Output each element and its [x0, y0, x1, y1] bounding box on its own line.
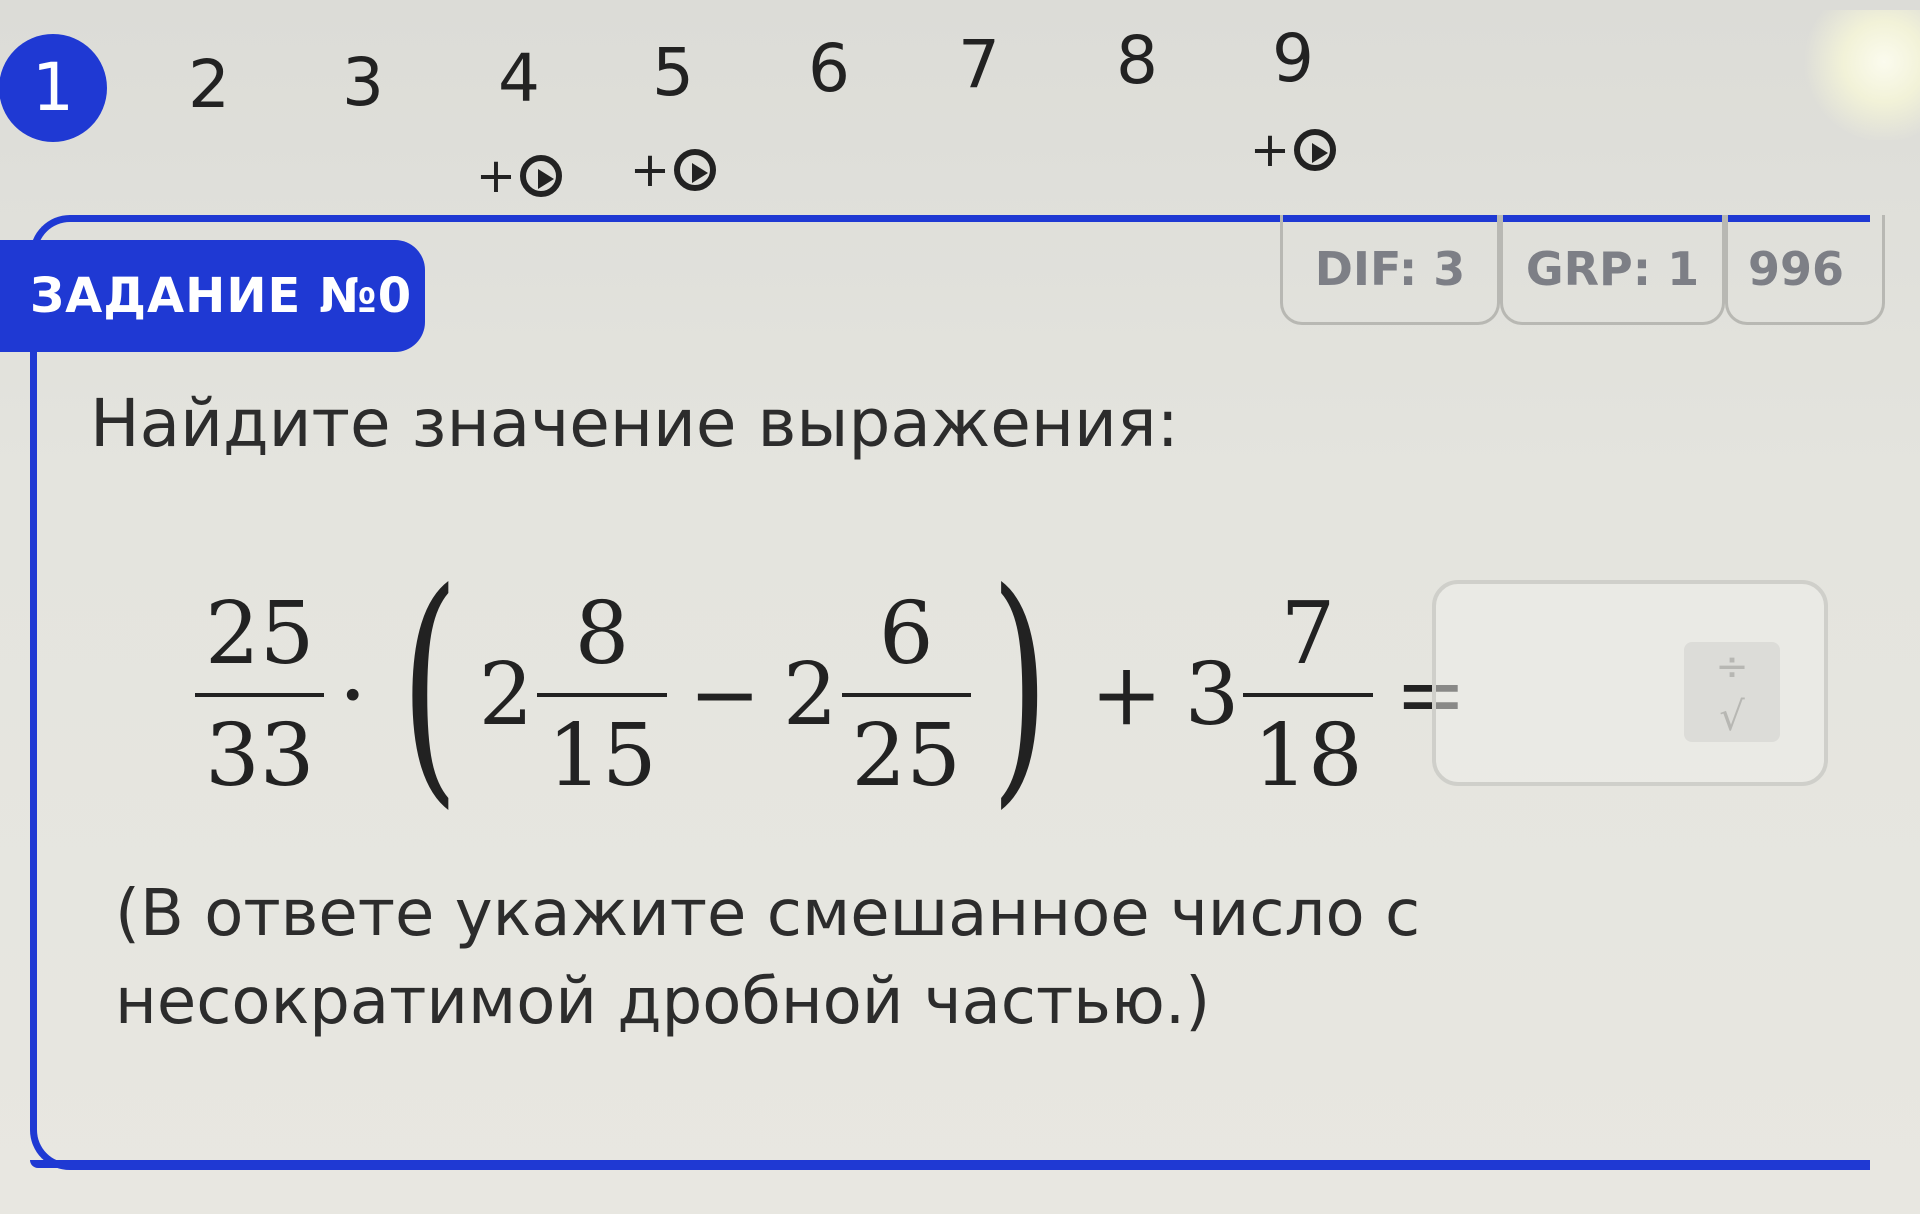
- task-id-tag: 996: [1725, 215, 1885, 325]
- card-bottom-border: [30, 1160, 1870, 1168]
- video-hint[interactable]: +: [629, 142, 717, 198]
- whole-part: 2: [782, 645, 838, 745]
- nav-item-9[interactable]: 9 +: [1238, 26, 1348, 174]
- numerator: 25: [205, 584, 315, 684]
- fraction: 8 15: [537, 584, 667, 799]
- plus-label: +: [475, 148, 517, 204]
- right-parenthesis: ): [990, 539, 1050, 830]
- whole-part: 2: [478, 645, 534, 745]
- task-tags: DIF: 3 GRP: 1 996: [1280, 215, 1885, 330]
- multiply-operator: ·: [338, 642, 368, 748]
- fraction: 7 18: [1243, 584, 1373, 799]
- numerator: 6: [878, 584, 934, 684]
- nav-number: 1: [0, 34, 107, 142]
- difficulty-tag: DIF: 3: [1280, 215, 1500, 325]
- task-badge: ЗАДАНИЕ №0: [0, 240, 425, 352]
- fraction: 25 33: [195, 584, 325, 799]
- answer-input[interactable]: ÷ √: [1432, 580, 1828, 786]
- nav-number: 9: [1272, 20, 1314, 97]
- minus-operator: −: [688, 645, 761, 745]
- denominator: 18: [1243, 693, 1373, 799]
- left-parenthesis: (: [400, 539, 460, 830]
- nav-number: 6: [808, 30, 850, 107]
- plus-operator: +: [1090, 645, 1163, 745]
- nav-item-4[interactable]: 4 +: [464, 46, 574, 200]
- denominator: 15: [537, 693, 667, 799]
- nav-number: 8: [1116, 22, 1158, 99]
- divide-icon: ÷: [1715, 644, 1749, 690]
- nav-item-5[interactable]: 5 +: [618, 40, 728, 194]
- play-circle-icon: [674, 149, 717, 191]
- task-navigation: 1 2 3 4 + 5 + 6 7 8 9 +: [0, 0, 1920, 200]
- formula-keyboard-button[interactable]: ÷ √: [1684, 642, 1780, 742]
- nav-number: 5: [652, 34, 694, 111]
- nav-number: 2: [188, 46, 230, 123]
- video-hint[interactable]: +: [475, 148, 563, 204]
- group-tag: GRP: 1: [1500, 215, 1725, 325]
- fraction: 6 25: [841, 584, 971, 799]
- nav-item-6[interactable]: 6: [774, 36, 884, 102]
- plus-label: +: [629, 142, 671, 198]
- nav-item-2[interactable]: 2: [154, 52, 264, 118]
- nav-number: 3: [342, 44, 384, 121]
- denominator: 33: [195, 693, 325, 799]
- question-text: Найдите значение выражения:: [90, 385, 1179, 462]
- nav-number: 7: [958, 26, 1000, 103]
- nav-item-1[interactable]: 1: [0, 34, 108, 142]
- sqrt-icon: √: [1719, 694, 1745, 740]
- nav-item-7[interactable]: 7: [924, 32, 1034, 98]
- play-circle-icon: [1294, 129, 1337, 171]
- math-expression: 25 33 · ( 2 8 15 − 2 6 25 ) + 3 7 18 =: [195, 560, 1489, 825]
- nav-item-8[interactable]: 8: [1082, 28, 1192, 94]
- whole-part: 3: [1184, 645, 1240, 745]
- numerator: 8: [574, 584, 630, 684]
- denominator: 25: [841, 693, 971, 799]
- nav-number: 4: [498, 40, 540, 117]
- play-circle-icon: [520, 155, 563, 197]
- video-hint[interactable]: +: [1249, 122, 1337, 178]
- nav-item-3[interactable]: 3: [308, 50, 418, 116]
- answer-instruction: (В ответе укажите смешанное число с несо…: [115, 877, 1421, 1039]
- numerator: 7: [1280, 584, 1336, 684]
- screen-glare: [1800, 10, 1920, 140]
- plus-label: +: [1249, 122, 1291, 178]
